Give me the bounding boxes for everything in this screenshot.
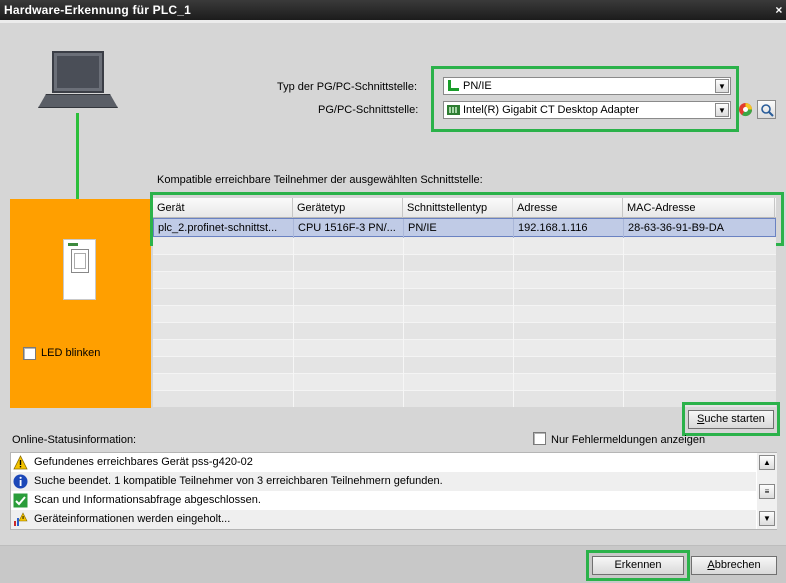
led-blink-checkbox[interactable] <box>23 347 36 360</box>
devices-table: Gerät Gerätetyp Schnittstellentyp Adress… <box>153 198 776 407</box>
chevron-down-icon[interactable]: ▼ <box>715 103 729 117</box>
status-message: Geräteinformationen werden eingeholt... <box>34 513 231 525</box>
info-icon <box>13 474 28 489</box>
status-message: Scan und Informationsabfrage abgeschloss… <box>34 494 261 506</box>
column-header-address[interactable]: Adresse <box>513 198 623 218</box>
chevron-down-icon[interactable]: ▼ <box>715 79 729 93</box>
cancel-button[interactable]: Abbrechen <box>691 556 777 575</box>
window-title: Hardware-Erkennung für PLC_1 <box>4 3 191 17</box>
list-item[interactable]: Geräteinformationen werden eingeholt... <box>11 510 756 529</box>
loading-info-icon <box>14 512 28 526</box>
cell-address: 192.168.1.116 <box>514 219 624 238</box>
table-header: Gerät Gerätetyp Schnittstellentyp Adress… <box>153 198 776 218</box>
close-icon[interactable]: × <box>772 2 786 18</box>
interface-label: PG/PC-Schnittstelle: <box>318 104 419 116</box>
list-item[interactable]: Scan und Informationsabfrage abgeschloss… <box>11 491 756 510</box>
list-item[interactable]: Gefundenes erreichbares Gerät pss-g420-0… <box>11 453 756 472</box>
magnifier-icon <box>761 104 774 117</box>
column-header-mac-address[interactable]: MAC-Adresse <box>623 198 775 218</box>
warning-icon <box>13 455 28 470</box>
network-icon <box>448 80 459 91</box>
column-header-device-type[interactable]: Gerätetyp <box>293 198 403 218</box>
cell-device: plc_2.profinet-schnittst... <box>154 219 294 238</box>
interface-highlight <box>431 66 739 132</box>
table-caption: Kompatible erreichbare Teilnehmer der au… <box>157 174 483 186</box>
detect-button[interactable]: Erkennen <box>592 556 684 575</box>
title-bar: Hardware-Erkennung für PLC_1 × <box>0 0 786 20</box>
network-adapter-icon <box>447 105 460 115</box>
scroll-up-icon[interactable]: ▲ <box>759 455 775 470</box>
plc-device-icon <box>63 239 96 300</box>
interface-type-dropdown[interactable]: PN/IE ▼ <box>443 77 731 95</box>
status-list: Gefundenes erreichbares Gerät pss-g420-0… <box>10 452 777 530</box>
interface-type-label: Typ der PG/PC-Schnittstelle: <box>277 81 417 93</box>
scroll-down-icon[interactable]: ▼ <box>759 511 775 526</box>
device-panel <box>10 199 151 408</box>
only-errors-checkbox[interactable] <box>533 432 546 445</box>
led-blink-label: LED blinken <box>41 347 101 359</box>
status-title: Online-Statusinformation: <box>12 434 137 446</box>
status-message: Gefundenes erreichbares Gerät pss-g420-0… <box>34 456 253 468</box>
status-message: Suche beendet. 1 kompatible Teilnehmer v… <box>34 475 443 487</box>
table-empty-area <box>153 238 776 407</box>
interface-type-value: PN/IE <box>463 80 492 92</box>
cell-device-type: CPU 1516F-3 PN/... <box>294 219 404 238</box>
start-search-button[interactable]: Suche starten <box>688 410 774 429</box>
search-interface-button[interactable] <box>757 100 776 119</box>
laptop-icon <box>36 51 120 113</box>
column-header-interface-type[interactable]: Schnittstellentyp <box>403 198 513 218</box>
cell-interface-type: PN/IE <box>404 219 514 238</box>
scroll-menu-icon[interactable]: ≡ <box>759 484 775 499</box>
only-errors-label: Nur Fehlermeldungen anzeigen <box>551 434 706 446</box>
interface-value: Intel(R) Gigabit CT Desktop Adapter <box>463 104 639 116</box>
list-item[interactable]: Suche beendet. 1 kompatible Teilnehmer v… <box>11 472 756 491</box>
connection-status-icon[interactable] <box>738 102 753 117</box>
table-row[interactable]: plc_2.profinet-schnittst... CPU 1516F-3 … <box>153 218 776 238</box>
column-header-device[interactable]: Gerät <box>153 198 293 218</box>
checkmark-icon <box>13 493 28 508</box>
cell-mac-address: 28-63-36-91-B9-DA <box>628 222 724 234</box>
status-scrollbar[interactable]: ▲ ≡ ▼ <box>757 453 777 529</box>
interface-dropdown[interactable]: Intel(R) Gigabit CT Desktop Adapter ▼ <box>443 101 731 119</box>
